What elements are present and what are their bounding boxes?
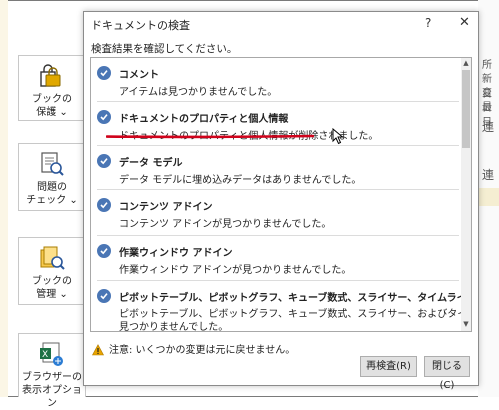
info-fragment: 所 [482,60,492,71]
reinspect-button[interactable]: 再検査(R) [360,356,417,377]
check-icon [97,66,111,80]
dialog-title: ドキュメントの検査 [91,19,190,32]
document-inspector-dialog: ドキュメントの検査 ? ✕ 検査結果を確認してください。 コメント アイテムは見… [83,11,479,391]
result-item-content-addins: コンテンツ アドイン コンテンツ アドインが見つかりませんでした。 [91,196,461,232]
lock-icon [38,62,66,90]
check-for-issues-button[interactable]: 問題の チェック ⌄ [18,143,86,211]
inspect-icon [38,150,66,178]
result-description: データ モデルに埋め込みデータはありませんでした。 [119,175,362,186]
result-description: 見つかりませんでした。 [119,322,229,332]
check-icon [97,198,111,212]
red-annotation-underline [106,134,314,139]
divider [97,189,459,190]
results-scrollbar[interactable]: ▲ ▼ [461,58,471,331]
result-title: ピボットテーブル、ピボットグラフ、キューブ数式、スライサー、タイムライン [119,293,472,304]
result-title: コメント [119,70,159,81]
divider [97,235,459,236]
warning-icon [91,341,105,356]
manage-workbook-label: ブックの 管理 ⌄ [32,276,72,300]
left-strip [0,0,8,397]
result-title: コンテンツ アドイン [119,202,213,213]
info-highlight [478,188,499,206]
warning-text: 注意: いくつかの変更は元に戻せません。 [109,345,296,356]
scroll-up-icon[interactable]: ▲ [462,59,470,69]
dialog-titlebar[interactable]: ドキュメントの検査 ? ✕ [84,12,478,36]
info-fragment: 連 [482,120,495,134]
result-title: データ モデル [119,158,183,169]
close-button[interactable]: 閉じる(C) [424,356,470,391]
browser-view-icon: X [38,340,66,368]
check-for-issues-label: 問題の チェック ⌄ [26,182,78,206]
mouse-cursor-icon [332,128,344,145]
divider [97,280,459,281]
instruction-text: 検査結果を確認してください。 [91,43,238,55]
result-description: 作業ウィンドウ アドインが見つかりませんでした。 [119,265,352,276]
svg-text:X: X [42,350,48,360]
result-item-pivot: ピボットテーブル、ピボットグラフ、キューブ数式、スライサー、タイムライン ピボッ… [91,287,471,332]
divider [97,145,459,146]
result-item-comments: コメント アイテムは見つかりませんでした。 [91,64,461,100]
scroll-thumb[interactable] [462,70,470,148]
close-icon[interactable]: ✕ [459,15,470,30]
result-title: ドキュメントのプロパティと個人情報 [119,114,289,125]
check-icon [97,154,111,168]
inspection-results-list: コメント アイテムは見つかりませんでした。 ドキュメントのプロパティと個人情報 … [90,57,472,332]
result-description: アイテムは見つかりませんでした。 [119,87,278,98]
manage-book-icon [38,244,66,272]
browser-view-options-button[interactable]: X ブラウザーの 表示オプション [18,333,86,409]
help-button[interactable]: ? [425,16,431,30]
result-item-taskpane-addins: 作業ウィンドウ アドイン 作業ウィンドウ アドインが見つかりませんでした。 [91,242,461,278]
result-description: コンテンツ アドインが見つかりませんでした。 [119,219,332,230]
protect-workbook-button[interactable]: ブックの 保護 ⌄ [18,55,86,121]
result-item-data-model: データ モデル データ モデルに埋め込みデータはありませんでした。 [91,152,461,188]
manage-workbook-button[interactable]: ブックの 管理 ⌄ [18,237,86,305]
divider [97,101,459,102]
scroll-down-icon[interactable]: ▼ [462,320,470,330]
check-icon [97,244,111,258]
browser-view-options-label: ブラウザーの 表示オプション [22,372,82,409]
info-fragment: 連 [482,168,495,182]
result-title: 作業ウィンドウ アドイン [119,248,233,259]
check-icon [97,110,111,124]
protect-workbook-label: ブックの 保護 ⌄ [32,94,72,118]
check-icon [97,289,111,303]
